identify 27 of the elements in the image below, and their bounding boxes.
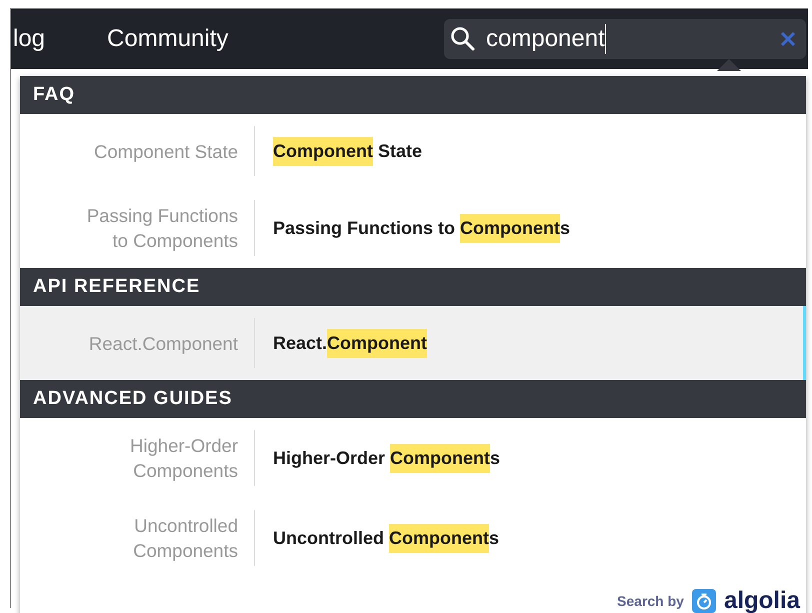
close-icon[interactable] bbox=[780, 31, 796, 47]
result-title: Higher-Order Components bbox=[255, 430, 500, 486]
search-result[interactable]: React.Component React.Component bbox=[20, 306, 806, 380]
nav-link[interactable]: Community bbox=[107, 25, 228, 53]
section-header: API REFERENCE bbox=[20, 268, 806, 306]
result-category: Passing Functions to Components bbox=[20, 200, 255, 256]
section-header: FAQ bbox=[20, 76, 806, 114]
search-result[interactable]: Component State Component State bbox=[20, 114, 806, 188]
search-field[interactable]: component bbox=[444, 19, 806, 59]
search-result[interactable]: Passing Functions to Components Passing Functions to Components bbox=[20, 188, 806, 268]
result-category: Higher-Order Components bbox=[20, 430, 255, 486]
result-title: Component State bbox=[255, 126, 422, 176]
result-category: React.Component bbox=[20, 318, 255, 368]
nav-link[interactable]: log bbox=[13, 25, 46, 53]
search-result[interactable]: Uncontrolled Components Uncontrolled Components bbox=[20, 498, 806, 578]
stopwatch-icon[interactable] bbox=[692, 589, 716, 613]
result-category: Uncontrolled Components bbox=[20, 510, 255, 566]
result-category: Component State bbox=[20, 126, 255, 176]
search-input-text: component bbox=[486, 24, 606, 54]
search-by-label: Search by bbox=[617, 593, 684, 609]
search-result[interactable]: Higher-Order Components Higher-Order Components bbox=[20, 418, 806, 498]
section-header: ADVANCED GUIDES bbox=[20, 380, 806, 418]
result-title: React.Component bbox=[255, 318, 428, 368]
result-title: Uncontrolled Components bbox=[255, 510, 499, 566]
search-icon bbox=[450, 26, 476, 52]
algolia-logo-text[interactable]: algolia bbox=[724, 587, 800, 613]
result-title: Passing Functions to Components bbox=[255, 200, 570, 256]
